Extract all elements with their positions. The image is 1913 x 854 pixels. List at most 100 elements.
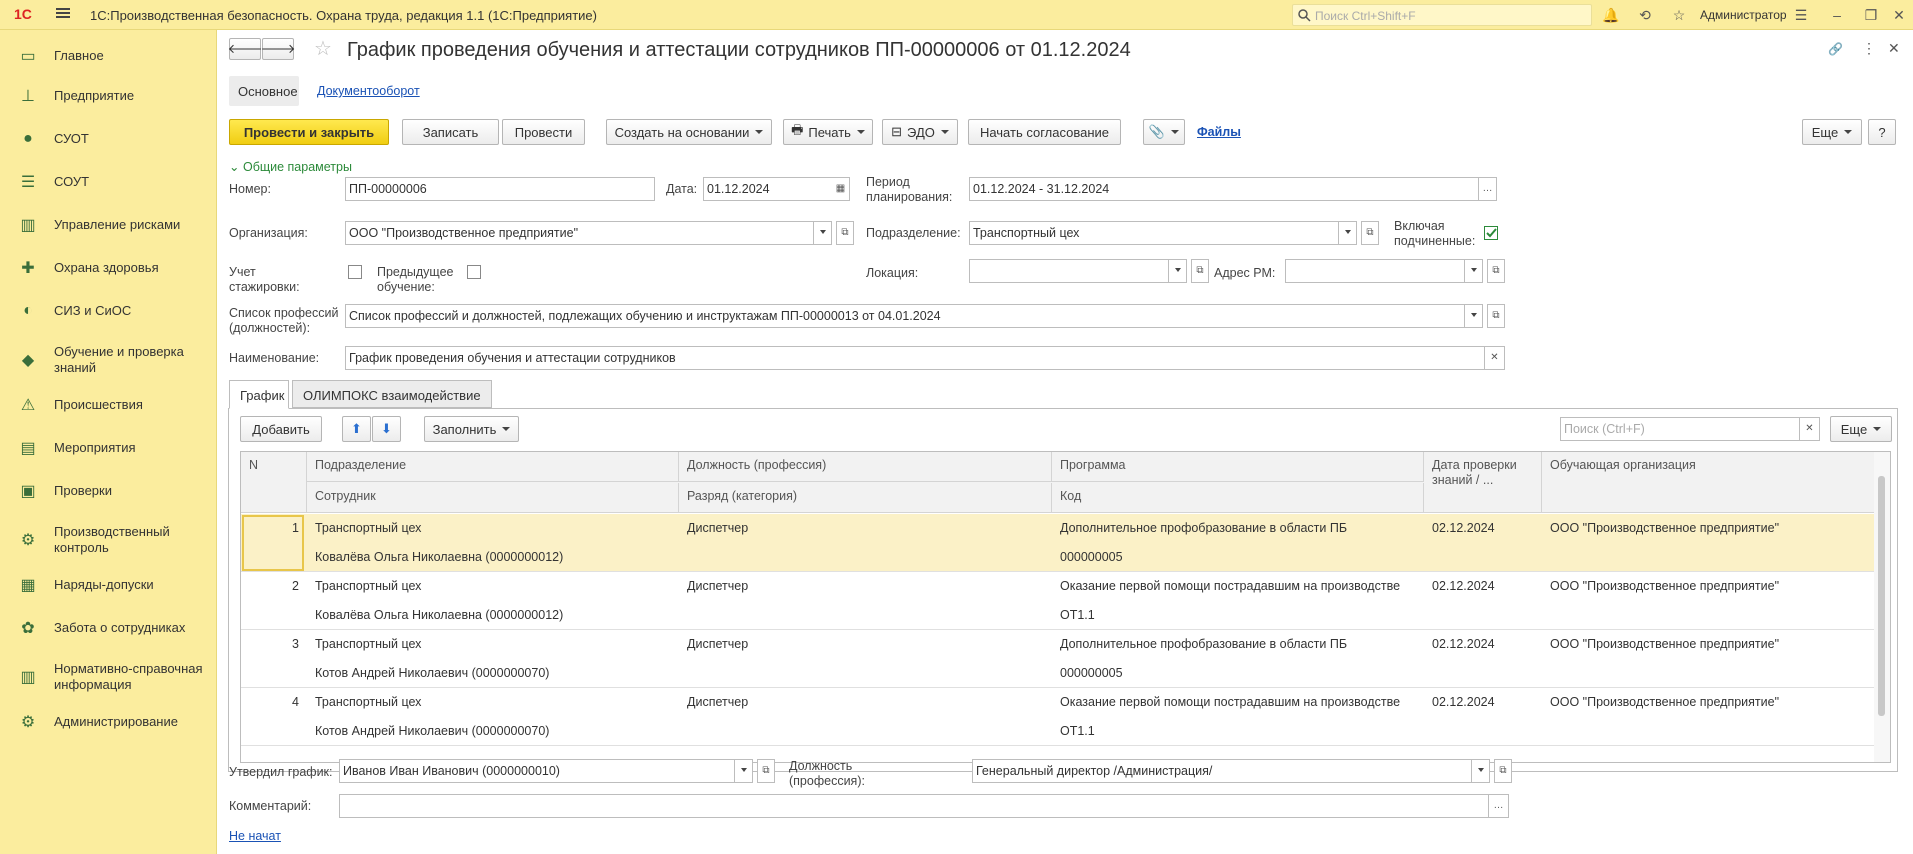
more-vertical-icon[interactable]: ⋮ bbox=[1862, 40, 1876, 57]
favorites-star-icon[interactable]: ☆ bbox=[1670, 6, 1688, 24]
approved-by-open-icon[interactable]: ⧉ bbox=[757, 759, 775, 783]
general-params-group[interactable]: ⌄ Общие параметры bbox=[229, 159, 352, 174]
start-approval-button[interactable]: Начать согласование bbox=[968, 119, 1121, 145]
attachments-button[interactable]: 📎 bbox=[1143, 119, 1185, 145]
tab-olympox[interactable]: ОЛИМПОКС взаимодействие bbox=[292, 380, 492, 408]
approver-position-dropdown[interactable] bbox=[1472, 759, 1490, 783]
approver-position-field[interactable]: Генеральный директор /Администрация/ bbox=[972, 759, 1472, 783]
restore-icon[interactable]: ❐ bbox=[1862, 6, 1880, 24]
forward-button[interactable]: 🡒 bbox=[261, 38, 295, 60]
tab-schedule[interactable]: График bbox=[229, 380, 289, 409]
header-position[interactable]: Должность (профессия) bbox=[679, 452, 1052, 482]
approved-by-field[interactable]: Иванов Иван Иванович (0000000010) bbox=[339, 759, 735, 783]
save-button[interactable]: Записать bbox=[402, 119, 499, 145]
history-icon[interactable]: ⟲ bbox=[1636, 6, 1654, 24]
sidebar-item-audits[interactable]: ▣ Проверки bbox=[0, 473, 217, 509]
minimize-icon[interactable]: – bbox=[1828, 6, 1846, 24]
add-row-button[interactable]: Добавить bbox=[240, 416, 322, 442]
create-based-on-button[interactable]: Создать на основании bbox=[606, 119, 772, 145]
sidebar-item-employee-care[interactable]: ✿ Забота о сотрудниках bbox=[0, 610, 217, 646]
calendar-icon[interactable]: ▦ bbox=[832, 177, 850, 201]
sidebar-item-permits[interactable]: ▦ Наряды-допуски bbox=[0, 567, 217, 603]
name-field[interactable]: График проведения обучения и аттестации … bbox=[345, 346, 1485, 370]
table-row[interactable]: 3 Транспортный цех Котов Андрей Николаев… bbox=[241, 630, 1875, 688]
organization-dropdown[interactable] bbox=[814, 221, 832, 245]
table-row[interactable]: 2 Транспортный цех Ковалёва Ольга Никола… bbox=[241, 572, 1875, 630]
sidebar-item-risks[interactable]: ▥ Управление рисками bbox=[0, 207, 217, 243]
table-search-input[interactable]: Поиск (Ctrl+F) bbox=[1560, 417, 1800, 441]
table-scrollbar[interactable] bbox=[1874, 452, 1890, 762]
organization-field[interactable]: ООО "Производственное предприятие" bbox=[345, 221, 814, 245]
header-program[interactable]: Программа bbox=[1052, 452, 1424, 482]
print-button[interactable]: 🖶 Печать bbox=[783, 119, 873, 145]
include-subordinate-checkbox[interactable] bbox=[1484, 226, 1498, 240]
global-search-input[interactable]: Поиск Ctrl+Shift+F bbox=[1292, 4, 1592, 26]
notifications-icon[interactable]: 🔔 bbox=[1602, 6, 1620, 24]
status-link[interactable]: Не начат bbox=[229, 829, 281, 843]
sidebar-item-production-control[interactable]: ⚙ Производственный контроль bbox=[0, 522, 217, 558]
sidebar-item-training[interactable]: ◆ Обучение и проверка знаний bbox=[0, 342, 217, 378]
internship-checkbox[interactable] bbox=[348, 265, 362, 279]
files-link[interactable]: Файлы bbox=[1197, 125, 1241, 139]
header-n[interactable]: N bbox=[241, 452, 307, 513]
profession-list-field[interactable]: Список профессий и должностей, подлежащи… bbox=[345, 304, 1465, 328]
location-field[interactable] bbox=[969, 259, 1169, 283]
sidebar-item-sout[interactable]: ☰ СОУТ bbox=[0, 164, 217, 200]
more-button[interactable]: Еще bbox=[1802, 119, 1862, 145]
previous-training-checkbox[interactable] bbox=[467, 265, 481, 279]
department-field[interactable]: Транспортный цех bbox=[969, 221, 1339, 245]
sidebar-item-suot[interactable]: ● СУОТ bbox=[0, 121, 217, 157]
profession-list-open-icon[interactable]: ⧉ bbox=[1487, 304, 1505, 328]
comment-field[interactable] bbox=[339, 794, 1489, 818]
header-grade[interactable]: Разряд (категория) bbox=[679, 483, 1052, 513]
date-field[interactable]: 01.12.2024 bbox=[703, 177, 833, 201]
sidebar-item-main[interactable]: ▭ Главное bbox=[0, 38, 217, 74]
help-button[interactable]: ? bbox=[1868, 119, 1896, 145]
current-user[interactable]: Администратор bbox=[1700, 8, 1787, 22]
sidebar-item-incidents[interactable]: ⚠ Происшествия bbox=[0, 387, 217, 423]
sidebar-item-reference[interactable]: ▥ Нормативно-справочная информация bbox=[0, 659, 217, 695]
profession-list-dropdown[interactable] bbox=[1465, 304, 1483, 328]
period-field[interactable]: 01.12.2024 - 31.12.2024 bbox=[969, 177, 1479, 201]
header-department[interactable]: Подразделение bbox=[307, 452, 679, 482]
settings-menu-icon[interactable]: ☰ bbox=[1792, 6, 1810, 24]
subtab-workflow[interactable]: Документооборот bbox=[317, 84, 420, 98]
fill-button[interactable]: Заполнить bbox=[424, 416, 519, 442]
post-and-close-button[interactable]: Провести и закрыть bbox=[229, 119, 389, 145]
table-row[interactable]: 1 Транспортный цех Ковалёва Ольга Никола… bbox=[241, 514, 1875, 572]
sidebar-item-health[interactable]: ✚ Охрана здоровья bbox=[0, 250, 217, 286]
header-employee[interactable]: Сотрудник bbox=[307, 483, 679, 513]
header-code[interactable]: Код bbox=[1052, 483, 1424, 513]
header-provider[interactable]: Обучающая организация bbox=[1542, 452, 1875, 513]
organization-open-icon[interactable]: ⧉ bbox=[836, 221, 854, 245]
table-more-button[interactable]: Еще bbox=[1830, 416, 1892, 442]
table-row[interactable]: 4 Транспортный цех Котов Андрей Николаев… bbox=[241, 688, 1875, 746]
main-menu-icon[interactable] bbox=[56, 6, 70, 20]
edo-button[interactable]: ⊟ ЭДО bbox=[882, 119, 958, 145]
clear-name-icon[interactable]: ✕ bbox=[1485, 346, 1505, 370]
period-select-button[interactable]: … bbox=[1479, 177, 1497, 201]
close-form-icon[interactable]: ✕ bbox=[1888, 40, 1900, 57]
department-dropdown[interactable] bbox=[1339, 221, 1357, 245]
workplace-open-icon[interactable]: ⧉ bbox=[1487, 259, 1505, 283]
number-field[interactable]: ПП-00000006 bbox=[345, 177, 655, 201]
scrollbar-thumb[interactable] bbox=[1878, 476, 1885, 716]
close-window-icon[interactable]: ✕ bbox=[1890, 6, 1908, 24]
workplace-dropdown[interactable] bbox=[1465, 259, 1483, 283]
approved-by-dropdown[interactable] bbox=[735, 759, 753, 783]
favorite-star-icon[interactable]: ☆ bbox=[314, 36, 332, 61]
comment-expand-button[interactable]: … bbox=[1489, 794, 1509, 818]
sidebar-item-ppe[interactable]: ◐ СИЗ и СиОС bbox=[0, 293, 217, 329]
approver-position-open-icon[interactable]: ⧉ bbox=[1494, 759, 1512, 783]
department-open-icon[interactable]: ⧉ bbox=[1361, 221, 1379, 245]
post-button[interactable]: Провести bbox=[502, 119, 585, 145]
clear-search-icon[interactable]: ✕ bbox=[1800, 417, 1820, 441]
sidebar-item-activities[interactable]: ▤ Мероприятия bbox=[0, 430, 217, 466]
sidebar-item-admin[interactable]: ⚙ Администрирование bbox=[0, 704, 217, 740]
move-up-button[interactable]: ⬆ bbox=[342, 416, 371, 442]
link-icon[interactable]: 🔗 bbox=[1828, 42, 1843, 56]
workplace-field[interactable] bbox=[1285, 259, 1465, 283]
header-check-date[interactable]: Дата проверки знаний / ... bbox=[1424, 452, 1542, 513]
location-open-icon[interactable]: ⧉ bbox=[1191, 259, 1209, 283]
back-button[interactable]: 🡐 bbox=[228, 38, 262, 60]
